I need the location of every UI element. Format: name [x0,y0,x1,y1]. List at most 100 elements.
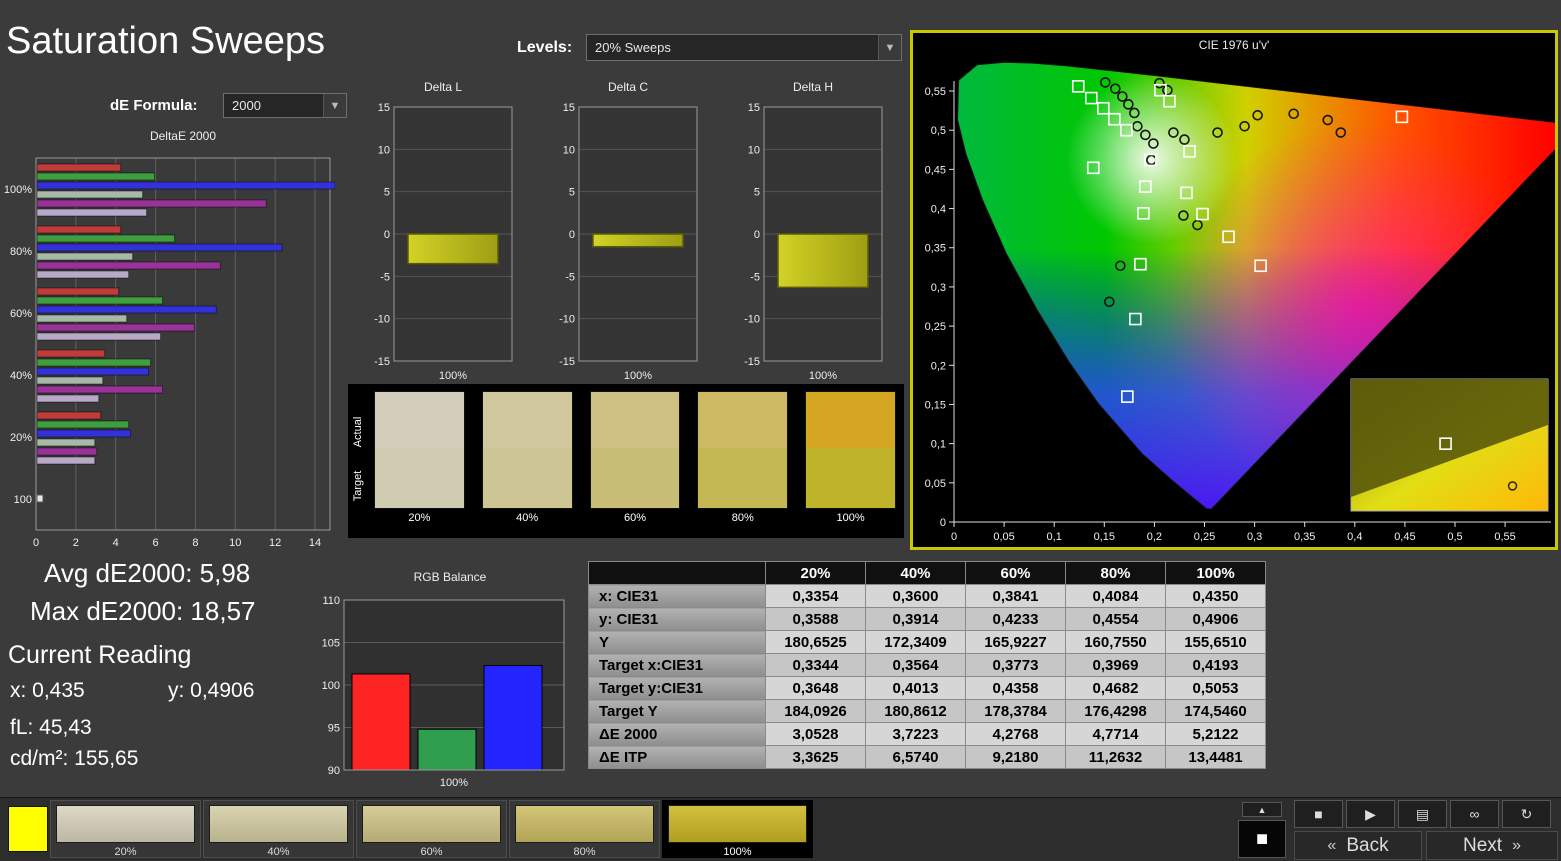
swatch-column: 40% [481,391,573,536]
pattern-swatch-40%[interactable]: 40% [203,800,354,858]
de-formula-dropdown[interactable]: 2000 ▼ [223,93,347,118]
table-row: ΔE ITP 3,3625 6,5740 9,2180 11,2632 13,4481 [588,745,1266,769]
table-cell: 0,4906 [1165,607,1266,631]
table-header-cell: 40% [865,561,966,585]
target-swatch [698,447,788,508]
svg-text:0,35: 0,35 [1294,531,1315,543]
svg-text:2: 2 [73,537,79,546]
loop-icon: ↻ [1520,805,1533,822]
table-row: Target x:CIE31 0,3344 0,3564 0,3773 0,3969 0,… [588,653,1266,677]
measurement-table: 20% 40% 60% 80% 100% x: CIE31 0,3354 0,3600 0,3… [588,561,1266,769]
table-cell: 0,4193 [1165,653,1266,677]
pattern-swatch-color [515,805,654,843]
target-swatch [806,447,895,508]
swatch-pair [697,391,789,509]
table-cell: 172,3409 [865,630,966,654]
svg-text:0,25: 0,25 [925,321,946,333]
svg-text:110: 110 [322,595,340,607]
stop-button[interactable]: ■ [1294,800,1343,828]
levels-label: Levels: [517,39,573,56]
chevron-down-icon[interactable]: ▼ [323,94,346,117]
square-icon: ■ [1255,827,1269,850]
svg-text:0,55: 0,55 [925,86,946,98]
continuous-button[interactable]: ∞ [1450,800,1499,828]
target-swatch [590,447,680,508]
table-cell: 6,5740 [865,745,966,769]
table-cell: 0,3564 [865,653,966,677]
table-row: Target y:CIE31 0,3648 0,4013 0,4358 0,4682 0,… [588,676,1266,700]
svg-text:0,2: 0,2 [1147,531,1162,543]
svg-text:0: 0 [754,229,760,241]
scroll-up-button[interactable]: ▲ [1242,802,1282,817]
pattern-button[interactable]: ▤ [1398,800,1447,828]
svg-text:-5: -5 [380,271,390,283]
pattern-swatch-list: 20% 40% 60% 80% 100% [50,800,813,858]
play-button[interactable]: ▶ [1346,800,1395,828]
current-reading-x: x: 0,435 [10,679,85,702]
page-title: Saturation Sweeps [6,20,325,62]
reference-color-swatch [8,806,48,852]
table-row-label: Target y:CIE31 [588,676,766,700]
pattern-swatch-label: 20% [114,846,137,858]
svg-text:10: 10 [748,144,760,156]
bottom-pattern-bar: 20% 40% 60% 80% 100% ▲ ■ ■ ▶ ▤ ∞ ↻ « Back Next » [0,797,1561,861]
svg-text:80%: 80% [10,246,32,258]
pattern-swatch-color [668,805,807,843]
svg-text:0,55: 0,55 [1494,531,1515,543]
table-row: y: CIE31 0,3588 0,3914 0,4233 0,4554 0,4906 [588,607,1266,631]
table-cell: 0,5053 [1165,676,1266,700]
table-cell: 13,4481 [1165,745,1266,769]
pattern-swatch-20%[interactable]: 20% [50,800,201,858]
svg-text:5: 5 [569,187,575,199]
swatch-pair [481,391,573,509]
levels-dropdown[interactable]: 20% Sweeps ▼ [586,34,902,61]
swatch-percent-label: 60% [623,512,646,524]
svg-text:0: 0 [940,517,946,529]
actual-target-swatch-strip: Actual Target 20% 40% 60% 80% 100% [348,384,904,538]
pattern-window-button[interactable]: ■ [1238,820,1286,858]
pattern-swatch-label: 40% [267,846,290,858]
svg-text:-15: -15 [559,356,575,368]
pattern-swatch-60%[interactable]: 60% [356,800,507,858]
svg-text:90: 90 [328,765,340,777]
svg-text:6: 6 [153,537,159,546]
table-row-label: y: CIE31 [588,607,766,631]
svg-text:40%: 40% [10,370,32,382]
back-button-label: Back [1346,834,1389,856]
next-button[interactable]: Next » [1426,831,1558,860]
svg-text:0,5: 0,5 [931,125,946,137]
table-cell: 0,4358 [965,676,1066,700]
pattern-swatch-color [362,805,501,843]
up-arrow-icon: ▲ [1257,804,1267,815]
deltae-chart-title: DeltaE 2000 [149,129,217,143]
table-cell: 0,3969 [1065,653,1166,677]
loop-button[interactable]: ↻ [1502,800,1551,828]
table-row-label: ΔE 2000 [588,722,766,746]
table-cell: 0,4084 [1065,584,1166,608]
back-button[interactable]: « Back [1294,831,1422,860]
svg-text:15: 15 [748,102,760,114]
table-cell: 0,3773 [965,653,1066,677]
table-cell: 155,6510 [1165,630,1266,654]
table-row-label: ΔE ITP [588,745,766,769]
table-cell: 165,9227 [965,630,1066,654]
pattern-swatch-100%[interactable]: 100% [662,800,813,858]
svg-text:10: 10 [229,537,241,546]
svg-text:100%: 100% [624,370,652,382]
svg-text:8: 8 [192,537,198,546]
swatch-column: 80% [697,391,789,536]
table-cell: 0,3344 [765,653,866,677]
swatch-column: 100% [805,391,896,536]
delta-h-chart-title: Delta H [792,80,833,94]
chevron-down-icon[interactable]: ▼ [878,35,901,60]
pattern-swatch-80%[interactable]: 80% [509,800,660,858]
playback-button-row: ■ ▶ ▤ ∞ ↻ [1294,800,1551,828]
target-row-label: Target [352,470,364,502]
svg-text:0,45: 0,45 [925,164,946,176]
pattern-swatch-label: 60% [420,846,443,858]
de-formula-label: dE Formula: [110,97,198,114]
svg-text:0,05: 0,05 [993,531,1014,543]
svg-text:12: 12 [269,537,281,546]
continuous-icon: ∞ [1469,806,1480,822]
svg-text:0,3: 0,3 [931,282,946,294]
